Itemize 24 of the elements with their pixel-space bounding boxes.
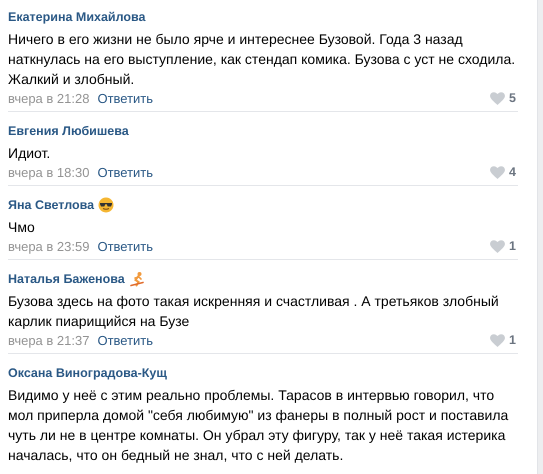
like-count: 1 xyxy=(509,333,516,347)
like-count: 1 xyxy=(509,239,516,253)
author-name[interactable]: Евгения Любишева xyxy=(8,124,129,138)
reply-link[interactable]: Ответить xyxy=(97,90,154,106)
comment-text: Ничего в его жизни не было ярче и интереснее Бузовой. Года 3 назад наткнулась на его выступление, как стендап комика. Бузова с уст не сходила. Жалкий и злобный. xyxy=(8,30,516,89)
comment-text: Бузова здесь на фото такая искренняя и счастливая . А третьяков злобный карлик пиарищийся на Бузе xyxy=(8,292,500,331)
reply-link[interactable]: Ответить xyxy=(97,164,154,180)
reply-link[interactable]: Ответить xyxy=(97,238,154,254)
figure-icon xyxy=(128,271,145,287)
heart-icon[interactable] xyxy=(490,92,506,104)
comment-text: Чмо xyxy=(8,218,36,237)
heart-icon[interactable] xyxy=(490,334,506,346)
author-name[interactable]: Наталья Баженова xyxy=(8,272,125,286)
sunglasses-face-icon xyxy=(98,197,114,213)
heart-icon[interactable] xyxy=(490,166,506,178)
author-name[interactable]: Оксана Виноградова-Кущ xyxy=(8,366,167,380)
author-name[interactable]: Яна Светлова xyxy=(8,198,94,212)
reply-link[interactable]: Ответить xyxy=(97,332,154,348)
comment-text: Видимо у неё с этим реально проблемы. Тарасов в интервью говорил, что мол приперла домой "себя любимую" из фанеры в полный рост и поставила чуть ли не в центре комнаты. Он убрал эту фигуру, так у неё такая истерика началась, что он бедный не знал, что с ней делать. xyxy=(8,386,510,465)
like-count: 4 xyxy=(509,165,516,179)
like-count: 5 xyxy=(509,91,516,105)
author-name[interactable]: Екатерина Михайлова xyxy=(8,10,146,24)
comment-text: Идиот. xyxy=(8,144,52,163)
heart-icon[interactable] xyxy=(490,240,506,252)
